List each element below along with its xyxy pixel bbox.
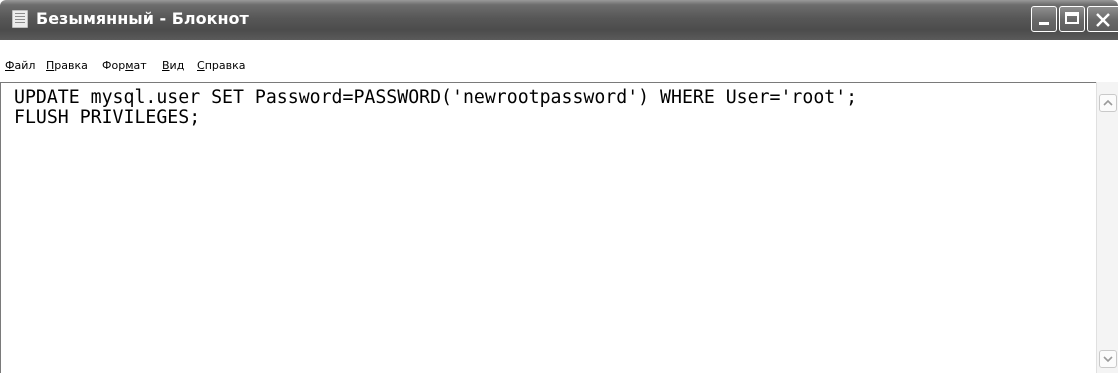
window-title: Безымянный - Блокнот [36, 9, 249, 28]
minimize-button[interactable] [1031, 6, 1057, 32]
scroll-up-button[interactable] [1099, 94, 1117, 112]
menu-format[interactable]: Формат [102, 59, 147, 72]
vertical-scrollbar[interactable] [1096, 82, 1118, 373]
menu-view[interactable]: Вид [162, 59, 184, 72]
scroll-down-arrow-icon [1103, 356, 1113, 363]
editor-line-1: UPDATE mysql.user SET Password=PASSWORD(… [14, 87, 858, 108]
maximize-button[interactable] [1059, 6, 1085, 32]
notepad-icon[interactable] [12, 10, 28, 28]
notepad-window: Безымянный - Блокнот Файл Правка Формат … [0, 0, 1118, 373]
menu-bar: Файл Правка Формат Вид Справка [0, 40, 1118, 82]
menu-help[interactable]: Справка [197, 59, 245, 72]
text-editor-area[interactable]: UPDATE mysql.user SET Password=PASSWORD(… [0, 82, 1096, 373]
editor-line-2: FLUSH PRIVILEGES; [14, 107, 201, 128]
menu-file[interactable]: Файл [5, 59, 35, 72]
close-icon [1096, 13, 1110, 27]
scroll-up-arrow-icon [1103, 99, 1113, 106]
title-bar[interactable]: Безымянный - Блокнот [0, 0, 1118, 40]
scroll-down-button[interactable] [1099, 350, 1117, 368]
close-button[interactable] [1087, 6, 1118, 32]
menu-edit[interactable]: Правка [46, 59, 88, 72]
